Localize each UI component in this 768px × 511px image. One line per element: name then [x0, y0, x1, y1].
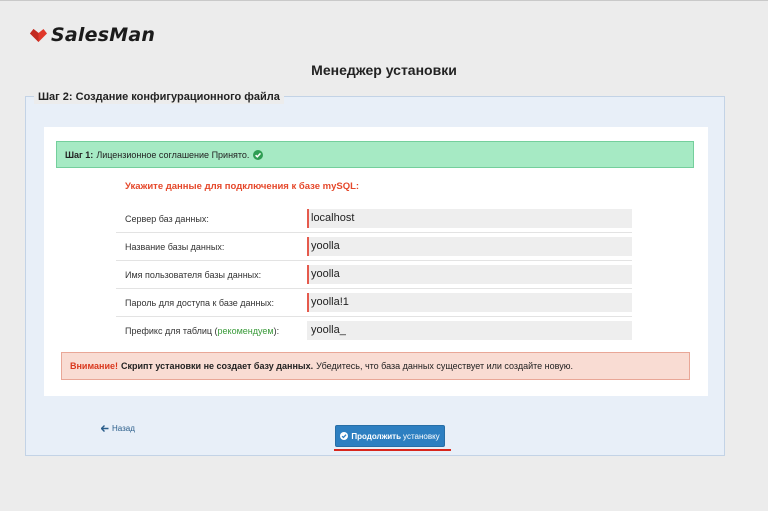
back-link[interactable]: Назад	[101, 424, 135, 433]
db-host-input[interactable]: localhost	[307, 209, 632, 228]
salesman-logo: SalesMan	[29, 24, 155, 46]
warning-text: Убедитесь, что база данных существует ил…	[316, 361, 573, 371]
heart-diamond-icon	[30, 29, 47, 42]
arrow-left-icon	[101, 425, 109, 432]
brand-name: SalesMan	[51, 24, 156, 46]
check-circle-icon	[253, 149, 264, 160]
db-password-label: Пароль для доступа к базе данных:	[125, 298, 274, 308]
warning-bold-text: Скрипт установки не создает базу данных.	[120, 361, 314, 371]
warning-label: Внимание!	[70, 361, 118, 371]
row-divider	[116, 316, 632, 317]
db-name-input[interactable]: yoolla	[307, 237, 632, 256]
db-host-row: Сервер баз данных: localhost	[116, 209, 632, 228]
row-divider	[116, 288, 632, 289]
db-section-title: Укажите данные для подключения к базе my…	[125, 181, 360, 192]
fieldset-legend: Шаг 2: Создание конфигурационного файла	[34, 90, 284, 104]
page-title: Менеджер установки	[311, 62, 457, 78]
table-prefix-label: Префикс для таблиц (рекомендуем):	[125, 326, 280, 336]
db-user-input[interactable]: yoolla	[307, 265, 632, 284]
back-label: Назад	[112, 424, 135, 433]
continue-install-button[interactable]: Продолжить установку	[335, 425, 445, 447]
highlight-underline	[334, 449, 451, 451]
db-host-label: Сервер баз данных:	[125, 214, 209, 224]
table-prefix-input[interactable]: yoolla_	[307, 321, 632, 340]
continue-label: установку	[403, 431, 440, 441]
row-divider	[116, 260, 632, 261]
db-password-row: Пароль для доступа к базе данных: yoolla…	[116, 293, 632, 312]
row-divider	[116, 232, 632, 233]
continue-label-bold: Продолжить	[351, 431, 402, 441]
db-name-row: Название базы данных: yoolla	[116, 237, 632, 256]
recommended-text: рекомендуем	[217, 326, 274, 336]
db-warning-alert: Внимание! Скрипт установки не создает ба…	[61, 352, 690, 380]
db-user-row: Имя пользователя базы данных: yoolla	[116, 265, 632, 284]
db-name-label: Название базы данных:	[125, 242, 225, 252]
db-user-label: Имя пользователя базы данных:	[125, 270, 262, 280]
license-accepted-alert: Шаг 1: Лицензионное соглашение Принято.	[56, 141, 694, 168]
table-prefix-row: Префикс для таблиц (рекомендуем): yoolla…	[116, 321, 632, 340]
success-label: Шаг 1:	[65, 149, 94, 160]
top-border	[0, 0, 768, 1]
check-circle-icon	[340, 432, 349, 440]
db-password-input[interactable]: yoolla!1	[307, 293, 632, 312]
success-text: Лицензионное соглашение Принято.	[96, 149, 250, 160]
